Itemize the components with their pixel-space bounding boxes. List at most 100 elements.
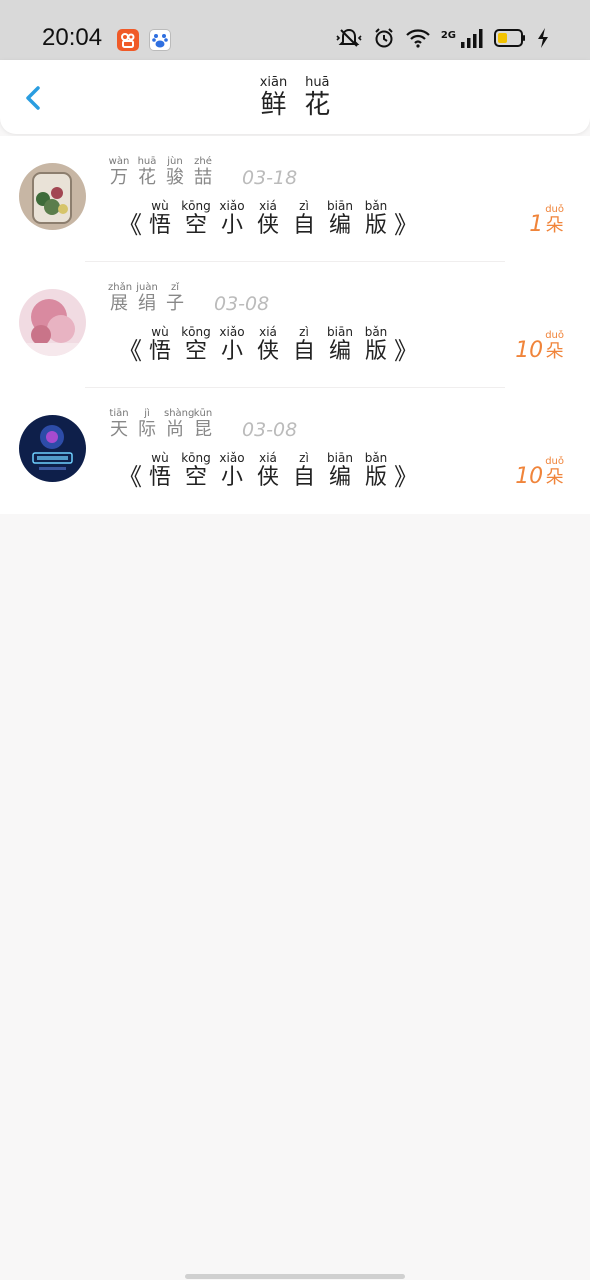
gift-pinyin: xiǎo (219, 199, 245, 213)
gift-title-line: 《 wù 悟 kōng 空 xiǎo 小 xiá 侠 zì 自 biān 编 bǎn 版 》 (118, 451, 418, 492)
name-char: jì 际 (136, 408, 158, 441)
gift-pinyin: bǎn (364, 325, 388, 339)
gift-char: wù 悟 (143, 452, 177, 491)
gift-pinyin: xiǎo (219, 451, 245, 465)
gift-hanzi: 版 (364, 339, 387, 364)
name-char: jùn 骏 (164, 156, 186, 189)
gift-char: xiǎo 小 (215, 452, 249, 491)
name-pinyin: jì (144, 408, 150, 419)
gift-hanzi: 自 (292, 465, 315, 490)
baidu-app-icon (149, 29, 171, 51)
name-pinyin: jùn (167, 156, 183, 167)
name-pinyin: wàn (108, 156, 130, 167)
count-unit: duǒ 朵 (545, 456, 564, 489)
gift-hanzi: 小 (220, 465, 243, 490)
gift-hanzi: 悟 (148, 213, 171, 238)
gift-pinyin: xiá (259, 325, 277, 339)
gift-hanzi: 空 (184, 465, 207, 490)
name-hanzi: 骏 (166, 167, 184, 188)
name-hanzi: 子 (166, 293, 184, 314)
list-item[interactable]: wàn 万 huā 花 jùn 骏 zhé 喆 03-18 《 wù 悟 kōng 空 xi… (0, 136, 590, 262)
alarm-icon (373, 27, 395, 53)
unit-hanzi: 朵 (545, 341, 564, 362)
status-icons: 2G (335, 28, 550, 52)
gift-pinyin: biān (327, 325, 353, 339)
gift-char: xiǎo 小 (215, 326, 249, 365)
gift-hanzi: 侠 (256, 213, 279, 238)
gift-char: zì 自 (287, 452, 321, 491)
name-char: shàng 尚 (164, 408, 194, 441)
name-hanzi: 昆 (194, 419, 212, 440)
gift-hanzi: 空 (184, 213, 207, 238)
title-hanzi: 花 (304, 90, 331, 120)
battery-icon (494, 28, 526, 52)
gift-char: bǎn 版 (359, 452, 393, 491)
name-pinyin: zhé (194, 156, 212, 167)
bracket-open: 《 (118, 337, 142, 365)
list-item[interactable]: tiān 天 jì 际 shàng 尚 kūn 昆 03-08 《 wù 悟 kōng 空 … (0, 388, 590, 514)
gift-pinyin: biān (327, 199, 353, 213)
gift-pinyin: xiá (259, 199, 277, 213)
page-title: xiān 鲜 huā 花 (0, 75, 590, 121)
name-pinyin: tiān (109, 408, 129, 419)
gift-date: 03-08 (214, 293, 270, 315)
gift-char: xiá 侠 (251, 200, 285, 239)
home-indicator[interactable] (185, 1274, 405, 1279)
avatar[interactable] (19, 163, 86, 230)
name-hanzi: 喆 (194, 167, 212, 188)
title-hanzi: 鲜 (260, 90, 287, 120)
kuaishou-app-icon (117, 29, 139, 51)
avatar[interactable] (19, 415, 86, 482)
name-pinyin: zhǎn (108, 282, 133, 293)
gift-char: zì 自 (287, 326, 321, 365)
gift-char: bǎn 版 (359, 326, 393, 365)
name-hanzi: 万 (110, 167, 128, 188)
gift-pinyin: kōng (181, 325, 211, 339)
mute-icon (335, 27, 363, 53)
sender-name-line: wàn 万 huā 花 jùn 骏 zhé 喆 03-18 (108, 156, 298, 189)
sender-name-line: tiān 天 jì 际 shàng 尚 kūn 昆 03-08 (108, 408, 297, 441)
gift-char: biān 编 (323, 200, 357, 239)
name-hanzi: 际 (138, 419, 156, 440)
gift-hanzi: 小 (220, 213, 243, 238)
title-char: xiān 鲜 (260, 76, 288, 121)
gift-hanzi: 自 (292, 339, 315, 364)
flower-count: 10 duǒ 朵 (515, 456, 564, 489)
list-item[interactable]: zhǎn 展 juàn 绢 zǐ 子 03-08 《 wù 悟 kōng 空 xiǎo 小 … (0, 262, 590, 388)
gift-pinyin: kōng (181, 451, 211, 465)
count-number: 10 (515, 464, 544, 489)
name-char: zǐ 子 (164, 282, 186, 315)
status-bar: 20:04 2G (0, 0, 590, 60)
name-char: tiān 天 (108, 408, 130, 441)
gift-hanzi: 侠 (256, 465, 279, 490)
title-pinyin: huā (305, 75, 330, 90)
gift-char: biān 编 (323, 452, 357, 491)
name-char: juàn 绢 (136, 282, 158, 315)
gift-pinyin: zì (299, 325, 309, 339)
count-unit: duǒ 朵 (545, 330, 564, 363)
name-char: zhé 喆 (192, 156, 214, 189)
name-char: zhǎn 展 (108, 282, 133, 315)
network-type: 2G (440, 29, 456, 41)
flower-gift-list: wàn 万 huā 花 jùn 骏 zhé 喆 03-18 《 wù 悟 kōng 空 xi… (0, 136, 590, 514)
gift-title-line: 《 wù 悟 kōng 空 xiǎo 小 xiá 侠 zì 自 biān 编 bǎn 版 》 (118, 199, 418, 240)
count-number: 10 (515, 338, 544, 363)
gift-pinyin: bǎn (364, 451, 388, 465)
name-hanzi: 花 (138, 167, 156, 188)
unit-pinyin: duǒ (545, 204, 564, 215)
name-char: wàn 万 (108, 156, 130, 189)
gift-char: kōng 空 (179, 326, 213, 365)
gift-pinyin: bǎn (364, 199, 388, 213)
gift-pinyin: zì (299, 199, 309, 213)
unit-hanzi: 朵 (545, 215, 564, 236)
bracket-open: 《 (118, 211, 142, 239)
gift-hanzi: 小 (220, 339, 243, 364)
bracket-close: 》 (394, 463, 418, 491)
gift-hanzi: 编 (328, 465, 351, 490)
gift-char: xiá 侠 (251, 452, 285, 491)
wifi-icon (405, 27, 431, 53)
gift-hanzi: 版 (364, 465, 387, 490)
avatar[interactable] (19, 289, 86, 356)
gift-pinyin: biān (327, 451, 353, 465)
gift-pinyin: wù (151, 199, 169, 213)
